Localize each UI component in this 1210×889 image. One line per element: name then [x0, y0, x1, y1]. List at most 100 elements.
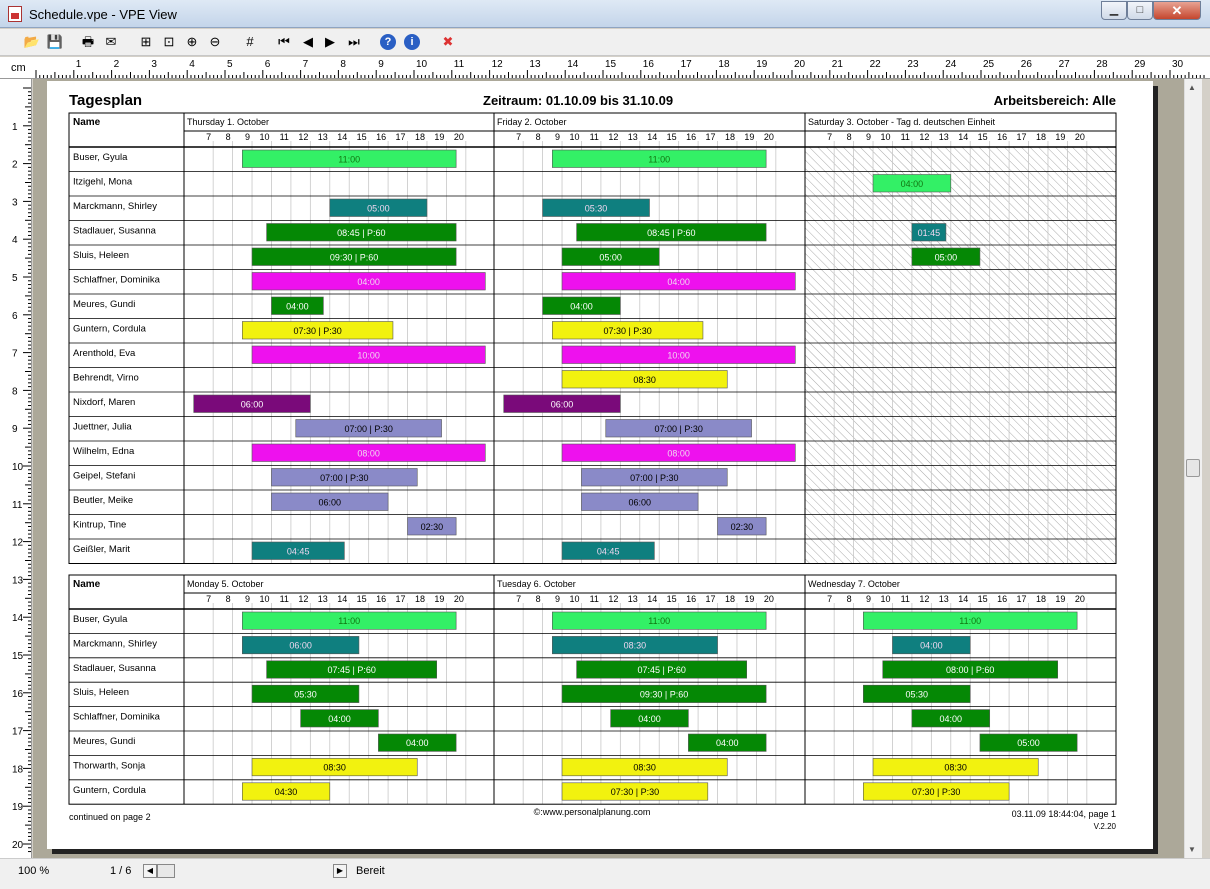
hour-label: 9: [555, 594, 560, 604]
hour-label: 16: [376, 594, 386, 604]
hour-label: 19: [744, 594, 754, 604]
employee-name: Meures, Gundi: [73, 299, 135, 310]
shift-label: 11:00: [338, 616, 360, 626]
hour-label: 15: [978, 594, 988, 604]
ruler-label: 15: [605, 59, 617, 70]
hour-label: 8: [536, 132, 541, 142]
hour-label: 20: [454, 594, 464, 604]
ruler-label: 5: [227, 59, 233, 70]
hour-label: 16: [997, 132, 1007, 142]
hour-label: 10: [259, 594, 269, 604]
ruler-label: 5: [12, 273, 18, 284]
hour-label: 9: [866, 594, 871, 604]
version-text: V.2.20: [1094, 822, 1117, 831]
first-page-icon[interactable]: ⏮: [274, 32, 294, 52]
shift-label: 06:00: [551, 399, 574, 409]
ruler-label: 14: [567, 59, 579, 70]
schedule-block-2: 7 8 9 10 11 12 13 14 15 16 17 18 19 20 7 8 9 10 11 12 13 14 15…: [68, 574, 1117, 805]
employee-name: Guntern, Cordula: [73, 785, 147, 796]
hour-label: 16: [997, 594, 1007, 604]
next-page-icon[interactable]: ▶: [320, 32, 340, 52]
shift-label: 06:00: [289, 641, 312, 651]
ruler-label: 18: [12, 764, 24, 775]
help-icon[interactable]: ?: [380, 34, 396, 50]
hour-label: 17: [1017, 132, 1027, 142]
mail-icon[interactable]: ✉: [101, 32, 121, 52]
employee-name: Itzigehl, Mona: [73, 177, 133, 188]
print-icon[interactable]: 🖶: [78, 32, 98, 52]
info-icon[interactable]: i: [404, 34, 420, 50]
page-prev-button[interactable]: ◀: [143, 864, 157, 878]
ruler-label: 6: [265, 59, 271, 70]
page-slider-thumb[interactable]: [157, 864, 175, 878]
hour-label: 7: [827, 594, 832, 604]
prev-page-icon[interactable]: ◀: [298, 32, 318, 52]
shift-label: 11:00: [648, 154, 670, 164]
ruler-label: 10: [12, 462, 24, 473]
ruler-label: 17: [12, 727, 24, 738]
hour-label: 20: [1075, 594, 1085, 604]
minimize-button[interactable]: ▁: [1101, 1, 1127, 20]
zoom-in-icon[interactable]: ⊕: [182, 32, 202, 52]
hour-label: 19: [434, 594, 444, 604]
employee-name: Juettner, Julia: [73, 422, 132, 433]
shift-label: 06:00: [241, 399, 264, 409]
hour-label: 14: [647, 132, 657, 142]
grid-icon[interactable]: #: [240, 32, 260, 52]
ruler-label: 7: [303, 59, 309, 70]
scroll-down-icon[interactable]: ▼: [1188, 845, 1196, 854]
day-label: Saturday 3. October - Tag d. deutschen E…: [808, 117, 995, 127]
hour-label: 7: [516, 594, 521, 604]
hour-label: 11: [590, 594, 599, 604]
open-icon[interactable]: 📂: [22, 32, 42, 52]
zoom-out-icon[interactable]: ⊖: [205, 32, 225, 52]
last-page-icon[interactable]: ⏭: [344, 32, 364, 52]
hour-label: 9: [866, 132, 871, 142]
maximize-button[interactable]: □: [1127, 1, 1153, 20]
hour-label: 8: [226, 594, 231, 604]
day-label: Monday 5. October: [187, 579, 264, 589]
shift-label: 08:00: [667, 448, 690, 458]
shift-label: 08:00: [357, 448, 380, 458]
shift-label: 10:00: [667, 350, 690, 360]
shift-label: 08:30: [633, 763, 656, 773]
shift-label: 04:00: [920, 641, 943, 651]
document-view[interactable]: Tagesplan Zeitraum: 01.10.09 bis 31.10.09…: [33, 79, 1184, 858]
shift-label: 05:00: [935, 252, 958, 262]
name-column-header: Name: [73, 579, 101, 590]
hour-label: 12: [919, 132, 929, 142]
day-label: Tuesday 6. October: [497, 579, 576, 589]
hour-label: 10: [259, 132, 269, 142]
page-next-button[interactable]: ▶: [333, 864, 347, 878]
shift-label: 07:30 | P:30: [912, 787, 960, 797]
employee-name: Nixdorf, Maren: [73, 397, 135, 408]
ruler-label: 14: [12, 613, 24, 624]
employee-name: Marckmann, Shirley: [73, 638, 157, 649]
hour-label: 20: [454, 132, 464, 142]
hour-label: 17: [706, 132, 716, 142]
hour-label: 8: [847, 132, 852, 142]
shift-label: 04:00: [638, 714, 661, 724]
ruler-label: 24: [945, 59, 957, 70]
hour-label: 17: [706, 594, 716, 604]
close-button[interactable]: ✕: [1153, 1, 1201, 20]
scroll-up-icon[interactable]: ▲: [1188, 83, 1196, 92]
shift-label: 08:45 | P:60: [647, 228, 695, 238]
fit-page-icon[interactable]: ⊞: [136, 32, 156, 52]
schedule-block-1: 7 8 9 10 11 12 13 14 15 16 17 18 19 20 7 8 9 10 11 12 13 14 15…: [68, 112, 1117, 564]
ruler-label: 8: [12, 386, 18, 397]
fit-width-icon[interactable]: ⊡: [159, 32, 179, 52]
hour-label: 8: [226, 132, 231, 142]
hour-label: 14: [337, 132, 347, 142]
vertical-ruler: 1 2 3 4 5 6 7 8 9 10 11 12 13 14 15 16 17 18 19 20: [0, 79, 32, 858]
hour-label: 11: [280, 594, 289, 604]
copyright-text: ©:www.personalplanung.com: [534, 807, 651, 817]
hour-label: 15: [357, 594, 367, 604]
shift-label: 04:00: [901, 179, 924, 189]
hour-label: 18: [725, 132, 735, 142]
day-label: Friday 2. October: [497, 117, 567, 127]
close-doc-icon[interactable]: ✖: [438, 32, 458, 52]
hour-label: 19: [434, 132, 444, 142]
save-icon[interactable]: 💾: [45, 32, 65, 52]
scroll-thumb[interactable]: [1186, 459, 1200, 477]
